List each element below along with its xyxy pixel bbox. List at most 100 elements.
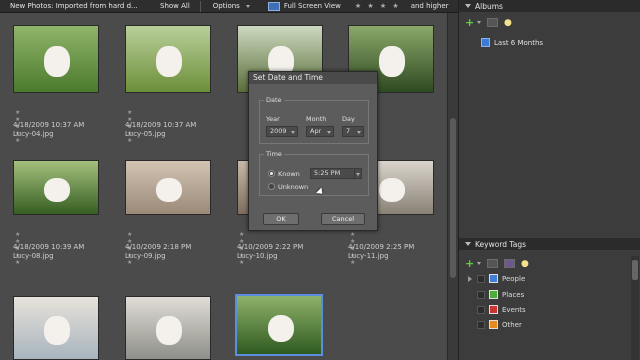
time-value: 5:25 PM <box>314 169 341 177</box>
expand-arrow-icon[interactable] <box>468 275 472 282</box>
tag-label: People <box>502 274 526 283</box>
dog-shape <box>44 46 70 77</box>
year-value: 2009 <box>270 127 287 135</box>
tag-label: Events <box>502 305 526 314</box>
known-radio[interactable] <box>268 170 275 177</box>
photo-filename: Lucy-05.jpg <box>125 130 166 138</box>
photo-filename: Lucy-09.jpg <box>125 252 166 260</box>
time-spinner[interactable] <box>354 168 362 179</box>
grid-scrollbar[interactable] <box>447 13 458 360</box>
time-input[interactable]: 5:25 PM <box>310 168 356 179</box>
album-item[interactable]: Last 6 Months <box>481 38 543 47</box>
lightbulb-icon[interactable]: ● <box>521 259 529 269</box>
dog-shape <box>44 316 70 345</box>
grid-scrollbar-thumb[interactable] <box>450 118 456 278</box>
full-screen-view-button[interactable]: Full Screen View <box>267 1 341 11</box>
known-label: Known <box>278 170 300 178</box>
add-album-icon[interactable]: + <box>465 16 477 29</box>
dog-shape <box>156 177 182 203</box>
year-label: Year <box>266 115 280 123</box>
unknown-radio[interactable] <box>268 183 275 190</box>
lightbulb-icon[interactable]: ● <box>504 18 512 28</box>
photo-thumbnail[interactable] <box>13 160 99 215</box>
keyword-tags-header[interactable]: Keyword Tags <box>459 238 640 250</box>
albums-header[interactable]: Albums <box>459 0 640 12</box>
month-value: Apr <box>310 127 322 135</box>
tags-scrollbar[interactable] <box>631 256 639 360</box>
tag-row-people[interactable]: People <box>459 274 640 283</box>
albums-title: Albums <box>475 1 503 11</box>
photo-thumbnail[interactable] <box>125 160 211 215</box>
photo-filename: Lucy-10.jpg <box>237 252 278 260</box>
show-all-button[interactable]: Show All <box>156 1 194 11</box>
tag-row-places[interactable]: Places <box>459 290 640 299</box>
tag-row-other[interactable]: Other <box>459 320 640 329</box>
tag-label: Other <box>502 320 522 329</box>
day-value: 7 <box>346 127 351 135</box>
tag-checkbox[interactable] <box>477 290 485 299</box>
collapse-triangle-icon <box>465 242 471 246</box>
edit-album-icon[interactable] <box>487 18 498 27</box>
photo-thumbnail[interactable] <box>235 294 323 356</box>
time-group-label: Time <box>264 150 284 158</box>
tag-people-icon[interactable] <box>504 259 515 268</box>
options-dropdown-icon[interactable] <box>245 4 250 8</box>
dog-shape <box>379 46 405 77</box>
add-tag-dropdown-icon[interactable] <box>477 262 481 265</box>
monitor-icon <box>267 1 280 11</box>
tag-checkbox[interactable] <box>477 320 485 329</box>
photo-thumbnail[interactable] <box>125 296 211 360</box>
rating-filter-select[interactable]: and higher <box>411 2 449 10</box>
date-group-label: Date <box>264 96 284 104</box>
edit-tag-icon[interactable] <box>487 259 498 268</box>
time-group: Time Known 5:25 PM Unknown <box>259 150 369 196</box>
photo-grid: ★ ★ ★ ★ ★ 4/18/2009 10:37 AM Lucy-04.jpg ★ … <box>0 13 445 360</box>
rating-filter-stars[interactable]: ★ ★ ★ ★ <box>355 2 401 10</box>
photo-thumbnail[interactable] <box>13 296 99 360</box>
cancel-button[interactable]: Cancel <box>321 213 365 225</box>
organizer-panel: Albums + ● Last 6 Months Keyword Tags + … <box>458 0 640 360</box>
other-tag-icon <box>489 320 498 329</box>
day-label: Day <box>342 115 355 123</box>
add-tag-icon[interactable]: + <box>465 257 477 270</box>
smart-album-icon <box>481 38 490 47</box>
dog-shape <box>267 314 295 343</box>
full-screen-label: Full Screen View <box>283 2 341 10</box>
photo-date: 4/18/2009 10:37 AM <box>13 121 85 129</box>
tag-checkbox[interactable] <box>477 274 485 283</box>
photo-filename: Lucy-11.jpg <box>348 252 389 260</box>
unknown-label: Unknown <box>278 183 309 191</box>
photo-thumbnail[interactable] <box>13 25 99 93</box>
chevron-down-icon <box>357 131 361 134</box>
collapse-triangle-icon <box>465 4 471 8</box>
photo-thumbnail[interactable] <box>125 25 211 93</box>
date-group: Date Year Month Day 2009 Apr 7 <box>259 96 369 144</box>
album-label: Last 6 Months <box>494 38 544 47</box>
grid-toolbar: New Photos: Imported from hard d... Show… <box>0 0 458 13</box>
dog-shape <box>156 316 182 345</box>
year-select[interactable]: 2009 <box>266 126 298 137</box>
dog-shape <box>44 177 70 203</box>
app-window: New Photos: Imported from hard d... Show… <box>0 0 640 360</box>
dog-shape <box>379 177 405 203</box>
toolbar-divider <box>199 0 201 12</box>
tag-label: Places <box>502 290 525 299</box>
photo-filename: Lucy-04.jpg <box>13 130 54 138</box>
spinner-icon <box>356 173 360 176</box>
tag-row-events[interactable]: Events <box>459 305 640 314</box>
ok-button[interactable]: OK <box>263 213 299 225</box>
add-album-dropdown-icon[interactable] <box>477 21 481 24</box>
photo-date: 4/10/2009 2:22 PM <box>237 243 304 251</box>
month-label: Month <box>306 115 327 123</box>
month-select[interactable]: Apr <box>306 126 334 137</box>
tag-checkbox[interactable] <box>477 305 485 314</box>
import-path-label: New Photos: Imported from hard d... <box>10 2 138 10</box>
chevron-down-icon <box>291 131 295 134</box>
keyword-tags-title: Keyword Tags <box>475 239 527 249</box>
albums-toolbar: + ● <box>465 16 516 29</box>
tags-scrollbar-thumb[interactable] <box>632 260 638 280</box>
day-select[interactable]: 7 <box>342 126 364 137</box>
options-menu[interactable]: Options <box>209 1 244 11</box>
keyword-toolbar: + ● <box>465 257 533 270</box>
dog-shape <box>156 46 182 77</box>
